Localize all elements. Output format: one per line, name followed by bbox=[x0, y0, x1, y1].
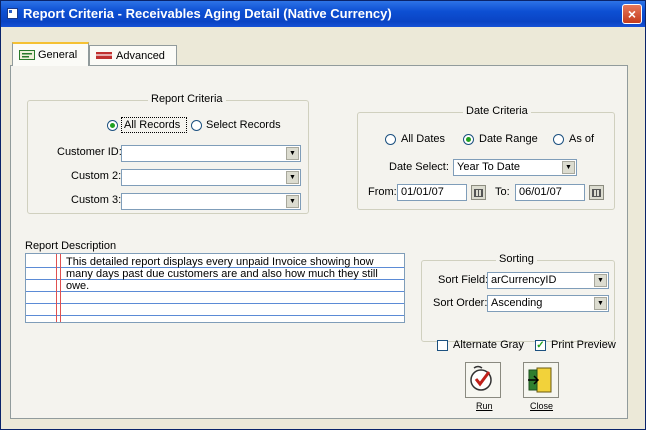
sort-field-combo[interactable]: arCurrencyID ▼ bbox=[487, 272, 609, 289]
tab-advanced-label: Advanced bbox=[116, 50, 165, 62]
custom3-label: Custom 3: bbox=[71, 194, 122, 206]
print-preview-checkbox[interactable]: ✓ bbox=[535, 340, 546, 351]
tab-general-label: General bbox=[38, 49, 78, 61]
alternate-gray-label[interactable]: Alternate Gray bbox=[453, 339, 524, 351]
from-date-value: 01/01/07 bbox=[401, 186, 444, 198]
run-report-icon bbox=[470, 365, 492, 391]
general-tab-panel: Report Criteria All Records Select Recor… bbox=[10, 65, 628, 419]
chevron-down-icon[interactable]: ▼ bbox=[594, 297, 607, 310]
sort-order-combo[interactable]: Ascending ▼ bbox=[487, 295, 609, 312]
sorting-title: Sorting bbox=[496, 253, 537, 265]
all-dates-radio[interactable] bbox=[385, 134, 396, 145]
sort-field-label: Sort Field: bbox=[438, 274, 489, 286]
report-criteria-title: Report Criteria bbox=[148, 93, 226, 105]
report-description-memo[interactable]: This detailed report displays every unpa… bbox=[25, 253, 405, 323]
bar-icon bbox=[96, 52, 112, 59]
to-date-value: 06/01/07 bbox=[519, 186, 562, 198]
date-range-radio[interactable] bbox=[463, 134, 474, 145]
customer-id-label: Customer ID: bbox=[57, 146, 122, 158]
tab-advanced[interactable]: Advanced bbox=[89, 45, 177, 65]
date-criteria-title: Date Criteria bbox=[463, 105, 531, 117]
report-description-text: This detailed report displays every unpa… bbox=[66, 256, 378, 292]
select-records-label[interactable]: Select Records bbox=[206, 119, 281, 131]
custom2-label: Custom 2: bbox=[71, 170, 122, 182]
as-of-label[interactable]: As of bbox=[569, 133, 594, 145]
alternate-gray-checkbox[interactable] bbox=[437, 340, 448, 351]
chevron-down-icon[interactable]: ▼ bbox=[286, 171, 299, 184]
tab-general[interactable]: General bbox=[12, 42, 89, 66]
calendar-icon[interactable] bbox=[471, 185, 486, 200]
chevron-down-icon[interactable]: ▼ bbox=[286, 195, 299, 208]
custom3-combo[interactable]: ▼ bbox=[121, 193, 301, 210]
customer-id-combo[interactable]: ▼ bbox=[121, 145, 301, 162]
chevron-down-icon[interactable]: ▼ bbox=[562, 161, 575, 174]
run-button-label[interactable]: Run bbox=[476, 401, 493, 411]
to-label: To: bbox=[495, 186, 510, 198]
date-select-label: Date Select: bbox=[389, 161, 449, 173]
date-range-label[interactable]: Date Range bbox=[479, 133, 538, 145]
close-window-button[interactable]: × bbox=[622, 4, 642, 24]
app-icon bbox=[7, 8, 18, 19]
chevron-down-icon[interactable]: ▼ bbox=[286, 147, 299, 160]
select-records-radio[interactable] bbox=[191, 120, 202, 131]
report-criteria-window: Report Criteria - Receivables Aging Deta… bbox=[0, 0, 646, 430]
date-select-combo[interactable]: Year To Date ▼ bbox=[453, 159, 577, 176]
window-title: Report Criteria - Receivables Aging Deta… bbox=[23, 6, 392, 21]
run-button[interactable] bbox=[465, 362, 501, 398]
chevron-down-icon[interactable]: ▼ bbox=[594, 274, 607, 287]
custom2-combo[interactable]: ▼ bbox=[121, 169, 301, 186]
calendar-icon[interactable] bbox=[589, 185, 604, 200]
sort-order-label: Sort Order: bbox=[433, 297, 488, 309]
date-select-value: Year To Date bbox=[457, 161, 520, 173]
report-description-label: Report Description bbox=[25, 240, 117, 252]
all-records-radio[interactable] bbox=[107, 120, 118, 131]
as-of-radio[interactable] bbox=[553, 134, 564, 145]
all-records-label[interactable]: All Records bbox=[124, 119, 180, 131]
exit-door-icon bbox=[528, 367, 552, 393]
title-bar[interactable]: Report Criteria - Receivables Aging Deta… bbox=[1, 1, 645, 27]
all-dates-label[interactable]: All Dates bbox=[401, 133, 445, 145]
from-label: From: bbox=[368, 186, 397, 198]
from-date-field[interactable]: 01/01/07 bbox=[397, 184, 467, 201]
form-icon bbox=[19, 50, 35, 60]
close-button-label[interactable]: Close bbox=[530, 401, 553, 411]
close-button[interactable] bbox=[523, 362, 559, 398]
sort-field-value: arCurrencyID bbox=[491, 274, 557, 286]
sort-order-value: Ascending bbox=[491, 297, 543, 309]
print-preview-label[interactable]: Print Preview bbox=[551, 339, 616, 351]
to-date-field[interactable]: 06/01/07 bbox=[515, 184, 585, 201]
